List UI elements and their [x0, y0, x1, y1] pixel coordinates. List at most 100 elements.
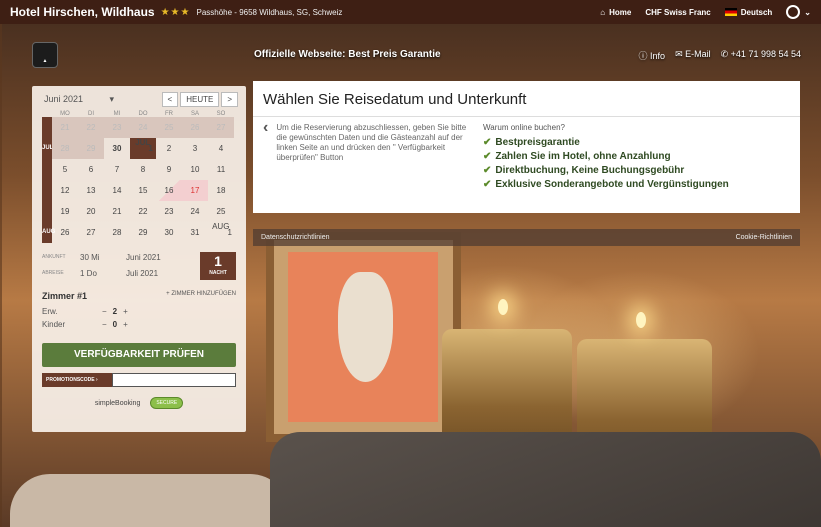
departure-month-select[interactable]: Juli 2021 [126, 269, 158, 278]
add-room-button[interactable]: + ZIMMER HINZUFÜGEN [166, 291, 236, 301]
skull-decoration [338, 272, 393, 382]
calendar-day[interactable]: 25 [208, 201, 234, 222]
calendar-day[interactable]: 22 [130, 201, 156, 222]
simplebooking-logo: simpleBooking [94, 399, 141, 407]
calendar-day[interactable]: 11 [208, 159, 234, 180]
adults-stepper: Erw. − 2 + [42, 307, 128, 316]
calendar-day[interactable]: 12 [52, 180, 78, 201]
phone-icon: ✆ [720, 49, 731, 59]
calendar-day[interactable]: 5 [52, 159, 78, 180]
next-month-button[interactable]: > [221, 92, 238, 107]
calendar-day: 25 [156, 117, 182, 138]
check-availability-button[interactable]: VERFÜGBARKEIT PRÜFEN [42, 343, 236, 367]
calendar-day[interactable]: 8 [130, 159, 156, 180]
calendar-day[interactable]: 16 [156, 180, 182, 201]
flame-left [498, 299, 508, 315]
mail-icon: ✉ [675, 49, 686, 59]
calendar-day: 21 [52, 117, 78, 138]
home-link[interactable]: ⌂ Home [600, 8, 631, 17]
today-button[interactable]: HEUTE [180, 92, 220, 107]
user-menu[interactable]: ⌄ [786, 5, 811, 19]
calendar-day: 24 [130, 117, 156, 138]
calendar-day[interactable]: 14 [104, 180, 130, 201]
month-select[interactable]: Juni 2021 ▾ [44, 94, 114, 105]
privacy-link[interactable]: Datenschutzrichtlinien [261, 234, 329, 241]
promo-code: PROMOTIONSCODE › [42, 373, 236, 387]
pillow [270, 432, 821, 527]
calendar-week: AUG 26 27 28 29 30 31 AUG1 [32, 222, 246, 243]
calendar-day-departure[interactable]: JUL1 [130, 138, 156, 159]
calendar-week: 21 22 23 24 25 26 27 [32, 117, 246, 138]
cookie-link[interactable]: Cookie-Richtlinien [736, 234, 792, 241]
calendar-day[interactable]: 30 [156, 222, 182, 243]
calendar-day[interactable]: 19 [52, 201, 78, 222]
user-icon [786, 5, 801, 19]
booking-engine-brand: simpleBooking SECURE [32, 397, 246, 409]
calendar-day[interactable]: 26 [52, 222, 78, 243]
info-link[interactable]: ⓘ Info [639, 49, 666, 62]
calendar-day[interactable]: AUG1 [208, 222, 234, 243]
calendar-day: 27 [208, 117, 234, 138]
promo-code-label[interactable]: PROMOTIONSCODE › [42, 373, 112, 387]
departure-day-select[interactable]: 1 Do [80, 269, 126, 278]
prev-month-button[interactable]: < [161, 92, 179, 107]
nights-badge: 1 NACHT [200, 252, 236, 280]
check-icon: ✔ [483, 137, 492, 148]
minus-icon[interactable]: − [102, 320, 107, 329]
fur-blanket [10, 474, 290, 527]
hotel-name[interactable]: Hotel Hirschen, Wildhaus [10, 5, 155, 19]
calendar-day[interactable]: 4 [208, 138, 234, 159]
email-link[interactable]: ✉ E-Mail [675, 49, 711, 62]
promo-code-input[interactable] [112, 373, 236, 387]
children-stepper: Kinder − 0 + [42, 320, 128, 329]
arrival-day-select[interactable]: 30 Mi [80, 253, 126, 262]
instructions: ‹ Um die Reservierung abzuschliessen, ge… [263, 120, 473, 192]
calendar-day[interactable]: 7 [104, 159, 130, 180]
star-rating: ★★★ [160, 6, 191, 18]
calendar-day[interactable]: 23 [156, 201, 182, 222]
calendar-day[interactable]: 9 [156, 159, 182, 180]
calendar-day[interactable]: 29 [130, 222, 156, 243]
minus-icon[interactable]: − [102, 307, 107, 316]
deer-logo-icon: ▲ [42, 58, 48, 64]
check-icon: ✔ [483, 179, 492, 190]
caret-down-icon: ▾ [109, 94, 114, 104]
calendar-day[interactable]: 17 [182, 180, 208, 201]
calendar-day[interactable]: 31 [182, 222, 208, 243]
calendar-day: 26 [182, 117, 208, 138]
calendar-week: 12 13 14 15 16 17 18 [32, 180, 246, 201]
phone-link[interactable]: ✆ +41 71 998 54 54 [721, 49, 801, 62]
calendar-day[interactable]: 27 [78, 222, 104, 243]
calendar-day-arrival[interactable]: 30 [104, 138, 130, 159]
calendar-day[interactable]: 18 [208, 180, 234, 201]
tagline: Offizielle Webseite: Best Preis Garantie [254, 49, 441, 60]
check-icon: ✔ [483, 151, 492, 162]
calendar-day[interactable]: 3 [182, 138, 208, 159]
hotel-logo[interactable]: ▲ [32, 42, 58, 68]
calendar-day[interactable]: 20 [78, 201, 104, 222]
calendar-day[interactable]: 28 [104, 222, 130, 243]
calendar-day[interactable]: 15 [130, 180, 156, 201]
plus-icon[interactable]: + [123, 307, 128, 316]
list-item: ✔ Exklusive Sonderangebote und Vergünstig… [483, 179, 729, 190]
booking-panel: Juni 2021 ▾ < HEUTE > MO DI MI DO FR SA S… [32, 86, 246, 432]
calendar-day[interactable]: 2 [156, 138, 182, 159]
arrival-month-select[interactable]: Juni 2021 [126, 253, 161, 262]
picture-frame [266, 232, 461, 442]
calendar-day[interactable]: 13 [78, 180, 104, 201]
language-select[interactable]: Deutsch [724, 8, 772, 17]
contact-links: ⓘ Info ✉ E-Mail ✆ +41 71 998 54 54 [639, 49, 801, 62]
calendar-week: JUL 28 29 30 JUL1 2 3 4 [32, 138, 246, 159]
calendar-day[interactable]: 6 [78, 159, 104, 180]
secure-badge: SECURE [150, 397, 184, 409]
calendar-day[interactable]: 21 [104, 201, 130, 222]
calendar-day: 23 [104, 117, 130, 138]
hotel-address: Passhöhe - 9658 Wildhaus, SG, Schweiz [196, 7, 343, 17]
currency-select[interactable]: CHF Swiss Franc [645, 8, 710, 17]
flame-right [636, 312, 646, 328]
list-item: ✔ Bestpreisgarantie [483, 137, 580, 148]
plus-icon[interactable]: + [123, 320, 128, 329]
info-icon: ⓘ [638, 51, 651, 61]
calendar-day[interactable]: 10 [182, 159, 208, 180]
calendar-day[interactable]: 24 [182, 201, 208, 222]
